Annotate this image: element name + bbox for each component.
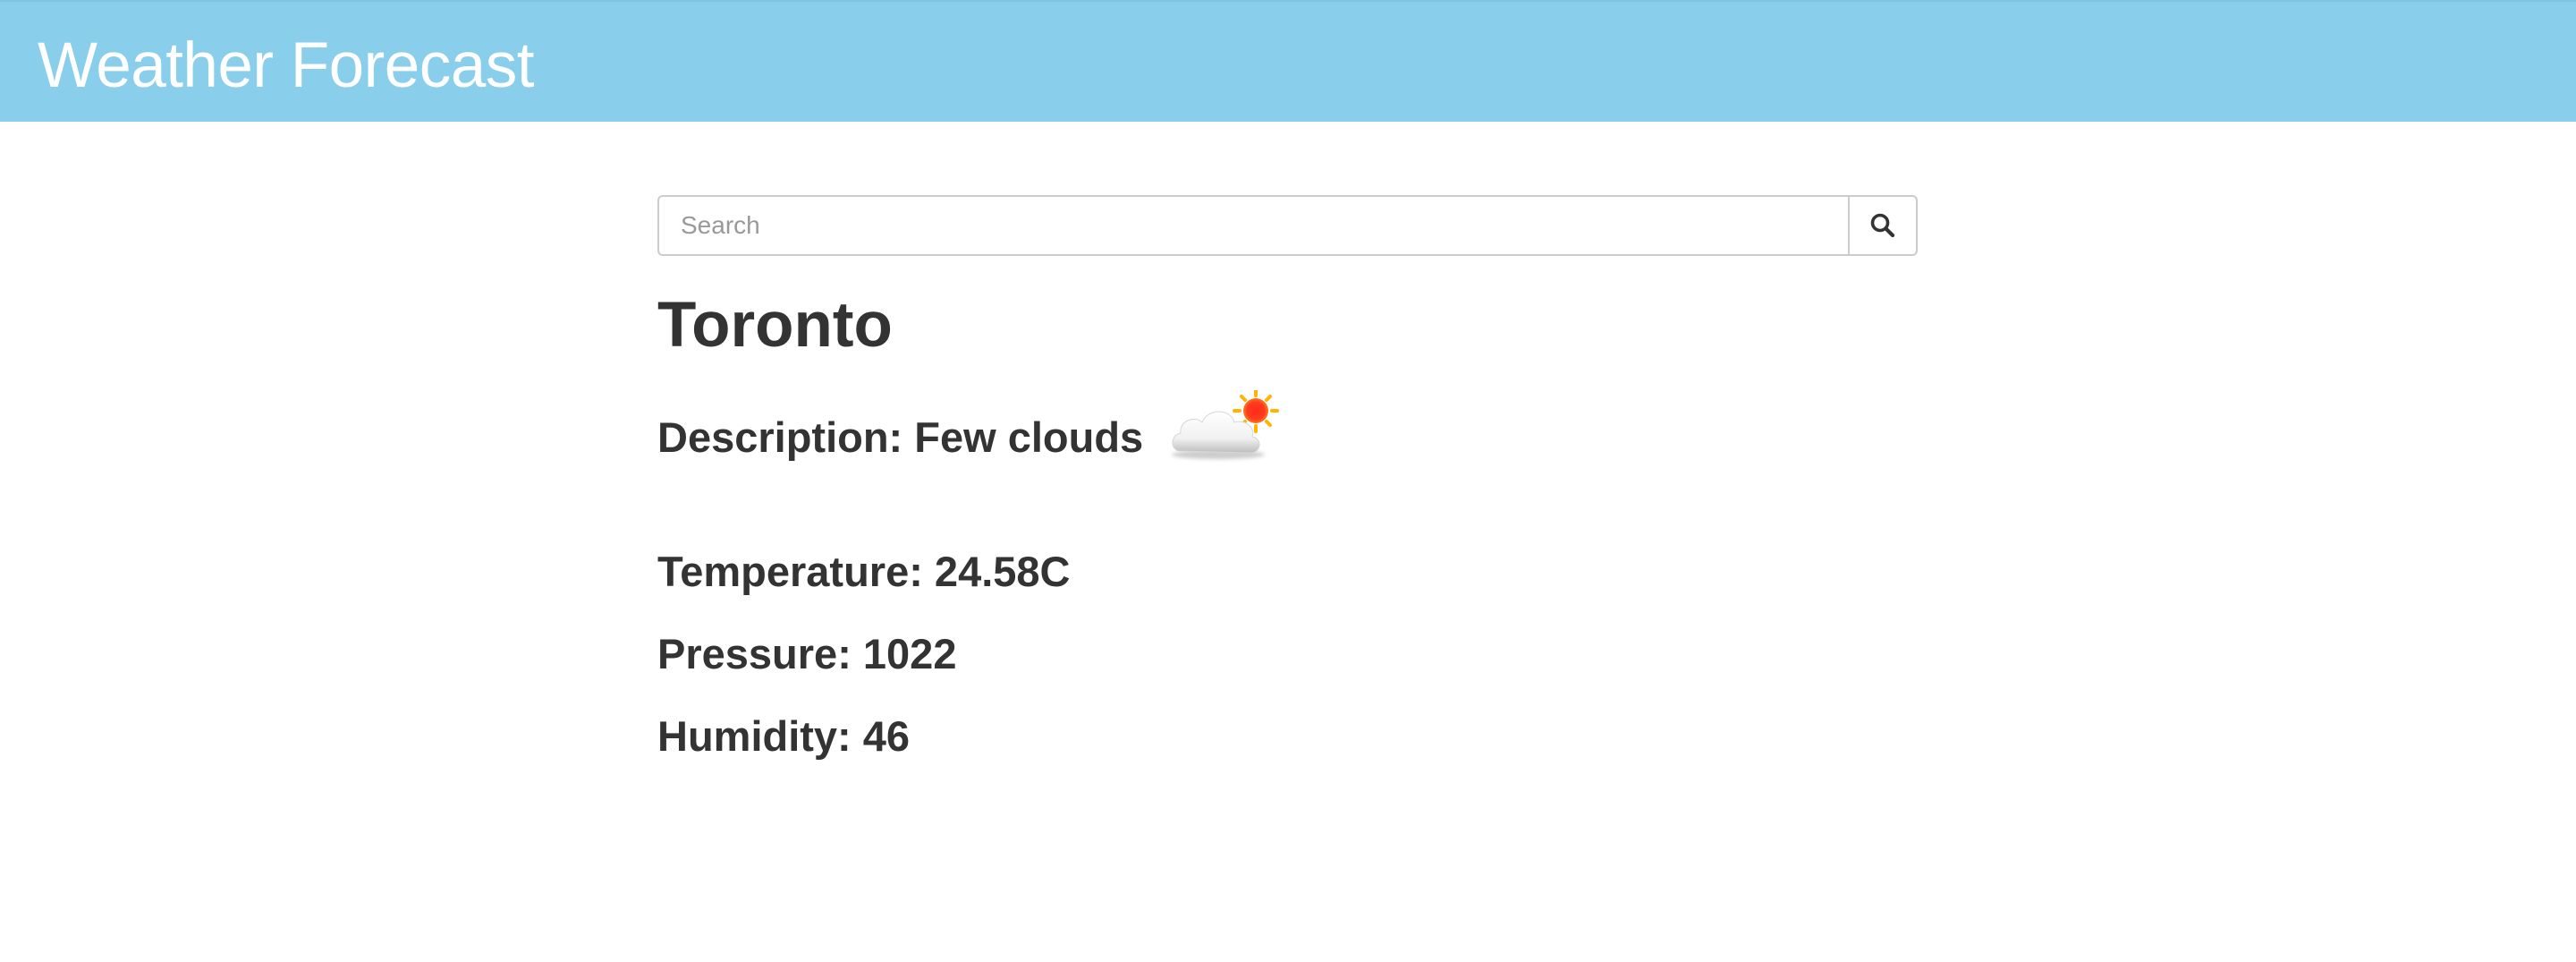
search-input[interactable] <box>657 195 1848 256</box>
city-name: Toronto <box>657 290 893 361</box>
humidity-text: Humidity: 46 <box>657 712 911 760</box>
description-row: Description: Few clouds <box>657 390 1280 464</box>
description-text: Description: Few clouds <box>657 413 1144 461</box>
temperature-text: Temperature: 24.58C <box>657 548 1071 595</box>
few-clouds-icon <box>1172 390 1280 459</box>
search-button[interactable] <box>1848 195 1918 256</box>
app-title: Weather Forecast <box>38 30 534 101</box>
app-header: Weather Forecast <box>0 0 2576 122</box>
search-bar <box>657 195 1918 256</box>
pressure-text: Pressure: 1022 <box>657 630 957 677</box>
search-icon <box>1870 213 1895 238</box>
